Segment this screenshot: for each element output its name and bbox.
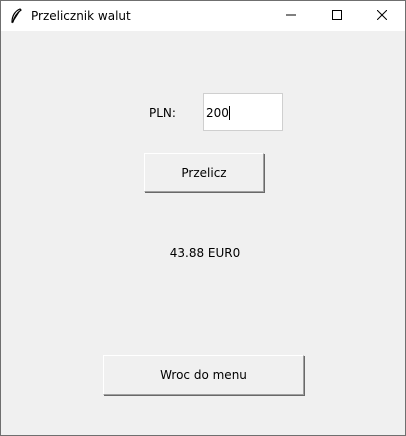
back-to-menu-label: Wroc do menu — [160, 368, 247, 382]
feather-icon — [9, 8, 23, 24]
minimize-icon — [286, 9, 296, 23]
pln-input-value: 200 — [206, 106, 229, 120]
result-text: 43.88 EUR0 — [169, 246, 241, 260]
close-button[interactable] — [359, 1, 405, 31]
text-caret — [228, 106, 230, 120]
pln-input[interactable]: 200 — [203, 93, 283, 131]
back-to-menu-button[interactable]: Wroc do menu — [103, 355, 304, 395]
close-icon — [376, 9, 388, 23]
minimize-button[interactable] — [268, 1, 314, 31]
convert-button-label: Przelicz — [181, 165, 227, 180]
main-content: PLN: 200 Przelicz 43.88 EUR0 Wroc do men… — [1, 31, 405, 435]
window-title: Przelicznik walut — [31, 9, 131, 23]
maximize-button[interactable] — [314, 1, 360, 31]
title-bar[interactable]: Przelicznik walut — [1, 1, 405, 31]
app-window: Przelicznik walut PLN: 200 Przelicz 43.8… — [0, 0, 406, 436]
convert-button[interactable]: Przelicz — [144, 153, 264, 192]
pln-label: PLN: — [149, 106, 176, 120]
maximize-icon — [332, 9, 342, 23]
